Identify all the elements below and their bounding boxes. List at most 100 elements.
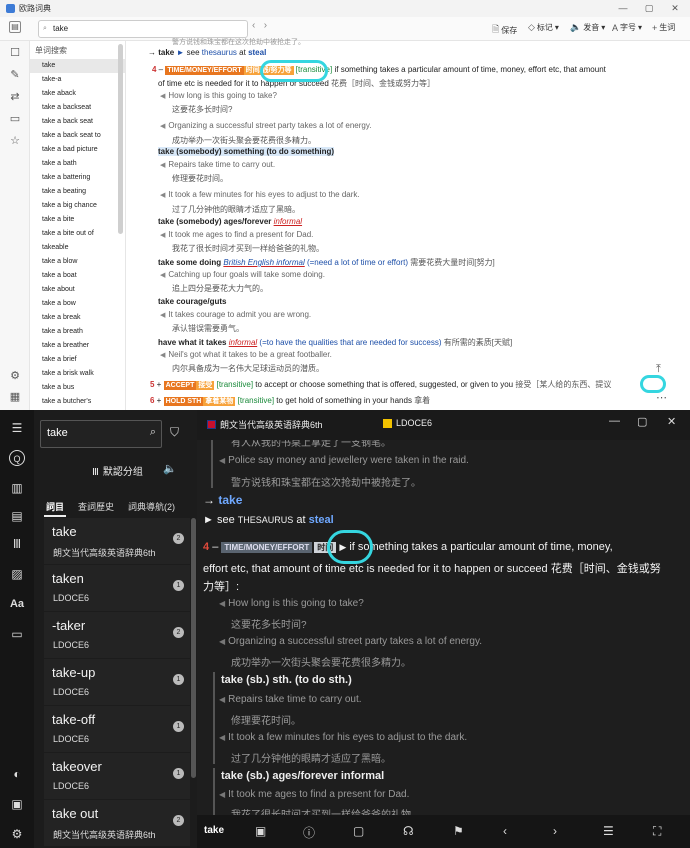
word-list-item[interactable]: take a bite — [30, 213, 125, 227]
speaker-icon[interactable]: ◀ — [219, 790, 225, 799]
terminal-icon[interactable]: ▣ — [255, 824, 266, 838]
speaker-icon[interactable]: ◀ — [160, 352, 165, 359]
voice-button[interactable]: 🔈 发音 ▾ — [570, 22, 605, 33]
notebook-icon[interactable]: ▤ — [9, 508, 25, 524]
fullscreen-icon[interactable]: ⛶ — [653, 824, 661, 839]
forward-arrow-icon[interactable]: › — [264, 20, 267, 31]
star-icon[interactable]: ☆ — [7, 133, 23, 149]
speaker-icon[interactable]: ◀ — [219, 637, 225, 646]
word-list-item[interactable]: take a bite out of — [30, 227, 125, 241]
word-list-scrollbar[interactable] — [118, 44, 123, 234]
font-size-button[interactable]: A 字号 ▾ — [612, 22, 642, 33]
word-list-item[interactable]: take a breather — [30, 339, 125, 353]
maximize-icon[interactable]: ▢ — [636, 0, 662, 17]
speaker-icon[interactable]: ◀ — [219, 599, 225, 608]
word-list-item[interactable]: take a bus — [30, 381, 125, 395]
tab-history[interactable]: 查詞歷史 — [76, 498, 116, 517]
document-icon[interactable]: ▭ — [7, 111, 23, 127]
word-list-item[interactable]: take — [30, 59, 125, 73]
word-list-item[interactable]: take a bad picture — [30, 143, 125, 157]
window-icon[interactable]: ▣ — [9, 796, 25, 812]
search-mode-icon[interactable]: Q — [9, 450, 25, 466]
word-list-item[interactable]: take a boat — [30, 269, 125, 283]
close-icon[interactable]: ✕ — [667, 415, 676, 428]
list-item[interactable]: take-off LDOCE6 1 — [44, 706, 190, 752]
word-list-item[interactable]: take a battering — [30, 171, 125, 185]
bookmark-icon[interactable]: ⚑ — [453, 824, 464, 838]
filter-icon[interactable]: ⛉ — [170, 425, 179, 440]
previous-icon[interactable]: ‹ — [503, 824, 507, 838]
edit-icon[interactable]: ✎ — [7, 67, 23, 83]
dict-tab-longman[interactable]: 朗文当代高级英语辞典6th — [207, 418, 323, 431]
word-list-item[interactable]: take a brisk walk — [30, 367, 125, 381]
speaker-icon[interactable]: ◀ — [160, 162, 165, 169]
font-icon[interactable]: Aa — [9, 596, 25, 612]
word-list-item[interactable]: take about — [30, 283, 125, 297]
panel-toggle-icon[interactable]: ▤ — [9, 21, 21, 33]
speaker-icon[interactable]: ◀ — [160, 272, 165, 279]
grid-icon[interactable]: ▦ — [7, 389, 23, 405]
settings-icon[interactable]: ⚙ — [9, 826, 25, 842]
word-list-item[interactable]: take a bow — [30, 297, 125, 311]
speaker-icon[interactable]: ◀ — [160, 232, 165, 239]
word-list-item[interactable]: take a back seat to — [30, 129, 125, 143]
maximize-icon[interactable]: ▢ — [637, 415, 647, 428]
list-item[interactable]: takeover LDOCE6 1 — [44, 753, 190, 799]
image-icon[interactable]: ▨ — [9, 566, 25, 582]
word-list-item[interactable]: take a backseat — [30, 101, 125, 115]
tab-dict-nav[interactable]: 詞典導航(2) — [126, 498, 177, 517]
search-input[interactable]: ⌕ take — [38, 20, 248, 38]
translate-icon[interactable]: ⇄ — [7, 89, 23, 105]
speaker-icon[interactable]: ◀ — [160, 192, 165, 199]
speaker-icon[interactable]: ◀ — [160, 93, 165, 100]
theme-toggle-icon[interactable]: ◐ — [9, 766, 25, 782]
search-input[interactable]: take ⌕ — [40, 420, 162, 448]
menu-icon[interactable]: ☰ — [9, 420, 25, 436]
entry-list-scrollbar[interactable] — [191, 518, 196, 778]
comment-icon[interactable]: ▢ — [353, 824, 364, 838]
word-list-item[interactable]: take a break — [30, 311, 125, 325]
word-list-item[interactable]: take a back seat — [30, 115, 125, 129]
vocab-button[interactable]: + 生词 — [652, 22, 675, 33]
screen-icon[interactable]: ▭ — [9, 626, 25, 642]
list-item[interactable]: take-up LDOCE6 1 — [44, 659, 190, 705]
minimize-icon[interactable]: — — [610, 0, 636, 17]
speaker-icon[interactable]: 🔈 — [163, 462, 177, 475]
speaker-icon[interactable]: ◀ — [219, 733, 225, 742]
dictionary-icon[interactable]: ☐ — [7, 45, 23, 61]
list-item[interactable]: take 朗文当代高级英语辞典6th 2 — [44, 518, 190, 564]
info-icon[interactable]: ⓘ — [303, 824, 315, 841]
save-button[interactable]: 🗎 保存 — [492, 22, 517, 38]
word-list-item[interactable]: take a beating — [30, 185, 125, 199]
library-icon[interactable]: Ⅲ — [9, 536, 25, 552]
word-list-item[interactable]: take a blow — [30, 255, 125, 269]
list-item[interactable]: take out 朗文当代高级英语辞典6th 2 — [44, 800, 190, 846]
back-arrow-icon[interactable]: ‹ — [252, 20, 255, 31]
list-item[interactable]: -taker LDOCE6 2 — [44, 612, 190, 658]
word-list-item[interactable]: take a big chance — [30, 199, 125, 213]
word-list-item[interactable]: take a breath — [30, 325, 125, 339]
close-icon[interactable]: ✕ — [662, 0, 688, 17]
book-icon[interactable]: ▥ — [9, 480, 25, 496]
word-list-item[interactable]: take-a — [30, 73, 125, 87]
next-icon[interactable]: › — [553, 824, 557, 838]
speaker-icon[interactable]: ◀ — [219, 456, 225, 465]
word-list-item[interactable]: take a butcher's — [30, 395, 125, 409]
mark-button[interactable]: ◇ 标记 ▾ — [528, 22, 559, 33]
dict-tab-ldoce6[interactable]: LDOCE6 — [383, 418, 432, 428]
minimize-icon[interactable]: — — [609, 415, 620, 427]
word-list-item[interactable]: take a brief — [30, 353, 125, 367]
search-icon[interactable]: ⌕ — [150, 426, 156, 439]
word-list-item[interactable]: take aback — [30, 87, 125, 101]
word-list-item[interactable]: take a bath — [30, 157, 125, 171]
speaker-icon[interactable]: ◀ — [160, 312, 165, 319]
tab-entries[interactable]: 詞目 — [44, 498, 67, 517]
speaker-icon[interactable]: ◀ — [219, 695, 225, 704]
list-icon[interactable]: ☰ — [603, 824, 614, 838]
group-selector[interactable]: Ⅲ 默認分组 — [92, 463, 143, 478]
settings-icon[interactable]: ⚙ — [7, 368, 23, 384]
list-item[interactable]: taken LDOCE6 1 — [44, 565, 190, 611]
speaker-icon[interactable]: ◀ — [160, 123, 165, 130]
word-list-item[interactable]: takeable — [30, 241, 125, 255]
voice-icon[interactable]: ☊ — [403, 824, 414, 838]
